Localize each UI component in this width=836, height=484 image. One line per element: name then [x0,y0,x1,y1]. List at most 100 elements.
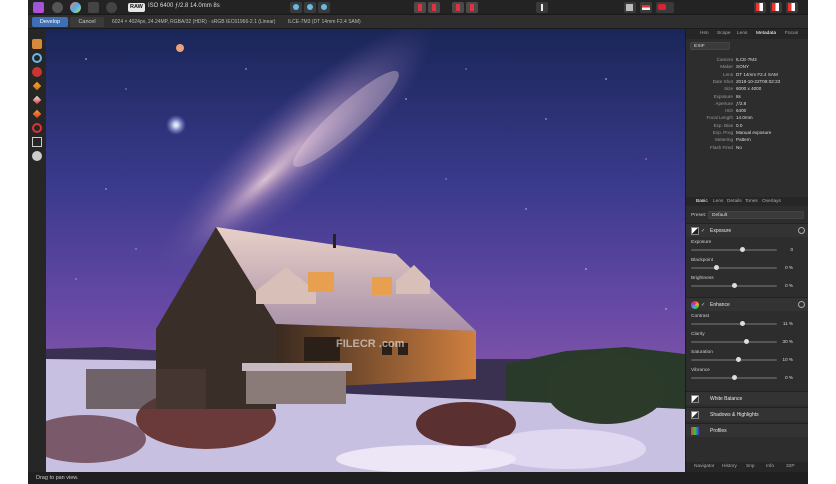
radial-tool-icon[interactable] [32,123,42,133]
profiles-icon [691,427,699,435]
metadata-value: SONY [736,64,750,70]
metadata-value: 6400 [736,108,747,114]
flag-icon[interactable] [640,2,652,13]
exposure-reset-icon[interactable] [798,227,805,234]
slider-track[interactable] [691,247,777,252]
right-panel: Hsn Scope Lens Metadata Focus EXIF Camer… [685,29,808,472]
tab-details[interactable]: Details [727,199,742,204]
exposure-icon [691,227,699,235]
enhance-checkbox[interactable]: ✓ [701,302,705,308]
slider-value[interactable]: 0 [779,246,795,253]
tab-snp[interactable]: Snp [746,464,755,469]
split-view-4-icon[interactable] [466,2,478,13]
metadata-value: 14.0mm [736,115,753,121]
profiles-title: Profiles [710,428,727,434]
crop-tool-icon[interactable] [32,137,42,147]
metadata-key: Exp. Bias [713,122,733,128]
hand-tool-icon[interactable] [32,39,42,49]
slider-value[interactable]: 11 % [779,320,795,327]
exif-select[interactable]: EXIF [690,42,730,50]
image-info: 6024 × 4024px, 24.24MP, RGBA/32 (HDR) · … [112,19,276,25]
tab-history[interactable]: History [722,464,737,469]
night-sky-photo: FILECR .com [46,29,685,472]
split-view-3-icon[interactable] [452,2,464,13]
gradient-tool-icon[interactable] [32,109,42,119]
tab-lens[interactable]: Lens [737,31,747,36]
tab-32p[interactable]: 32P [786,464,795,469]
slider-track[interactable] [691,265,777,270]
slider-knob[interactable] [731,375,737,380]
slider-knob[interactable] [744,339,750,344]
red-eye-tool-icon[interactable] [32,67,42,77]
slider-label: Exposure [691,240,712,245]
tab-info[interactable]: Info [766,464,774,469]
persona-liquify-icon[interactable] [70,2,81,13]
tab-navigator[interactable]: Navigator [694,464,715,469]
slider-knob[interactable] [714,265,720,270]
exposure-section-header[interactable]: ✓ Exposure [686,223,808,237]
slider-knob[interactable] [740,321,746,326]
tab-lens-basic[interactable]: Lens [713,199,723,204]
slider-track[interactable] [691,375,777,380]
slider-knob[interactable] [731,283,737,288]
preset-label: Preset: [691,213,707,218]
brush-tool-icon[interactable] [536,2,548,13]
tab-scope[interactable]: Scope [717,31,731,36]
tab-hsn[interactable]: Hsn [700,31,709,36]
metadata-value: Pattern [736,137,751,143]
view-toggle-3-icon[interactable] [318,2,330,13]
view-toggle-2-icon[interactable] [304,2,316,13]
tab-basic[interactable]: Basic [696,199,708,204]
persona-develop-icon[interactable] [88,2,99,13]
zoom-tool-icon[interactable] [32,53,42,63]
slider-value[interactable]: 0 % [779,264,795,271]
enhance-reset-icon[interactable] [798,301,805,308]
metadata-row: Maker SONY [686,64,808,71]
app-logo-icon [33,2,44,13]
preset-select[interactable]: Default [708,211,804,219]
grid-view-icon[interactable] [624,2,636,13]
slider-knob[interactable] [735,357,741,362]
slider-track[interactable] [691,339,777,344]
slider-value[interactable]: 10 % [779,356,795,363]
slider-knob[interactable] [740,247,746,252]
studio-3-icon[interactable] [786,2,798,13]
split-view-2-icon[interactable] [428,2,440,13]
erase-brush-tool-icon[interactable] [32,95,42,105]
color-mode-icon[interactable] [656,2,674,13]
persona-export-icon[interactable] [106,2,117,13]
slider-value[interactable]: 0 % [779,282,795,289]
tab-focus[interactable]: Focus [785,31,798,36]
metadata-key: ISO [725,108,733,114]
metadata-row: Exposure 8s [686,94,808,101]
shadows-highlights-title: Shadows & Highlights [710,412,759,418]
tab-overlays[interactable]: Overlays [762,199,781,204]
slider-value[interactable]: 0 % [779,374,795,381]
slider-track[interactable] [691,321,777,326]
tab-tones[interactable]: Tones [745,199,758,204]
persona-photo-icon[interactable] [52,2,63,13]
shadows-highlights-section[interactable]: Shadows & Highlights [686,407,808,421]
develop-button[interactable]: Develop [32,17,68,27]
white-balance-tool-icon[interactable] [32,151,42,161]
enhance-section-header[interactable]: ✓ Enhance [686,297,808,311]
metadata-key: Exposure [713,93,733,99]
slider-track[interactable] [691,283,777,288]
studio-1-icon[interactable] [754,2,766,13]
white-balance-section[interactable]: White Balance [686,391,808,405]
metadata-row: Date Shot 2018-10-22T08:02:23 [686,79,808,86]
studio-2-icon[interactable] [770,2,782,13]
view-toggle-1-icon[interactable] [290,2,302,13]
tab-metadata[interactable]: Metadata [756,31,776,36]
status-text: Drag to pan view. [36,475,79,481]
metadata-key: Lens [723,71,733,77]
exposure-checkbox[interactable]: ✓ [701,228,705,234]
metadata-value: Manual exposure [736,130,772,135]
brush-tool-icon[interactable] [32,81,42,91]
slider-value[interactable]: 30 % [779,338,795,345]
slider-track[interactable] [691,357,777,362]
profiles-section[interactable]: Profiles [686,423,808,437]
photo-canvas[interactable]: FILECR .com [46,29,685,472]
split-view-1-icon[interactable] [414,2,426,13]
cancel-button[interactable]: Cancel [70,17,104,27]
